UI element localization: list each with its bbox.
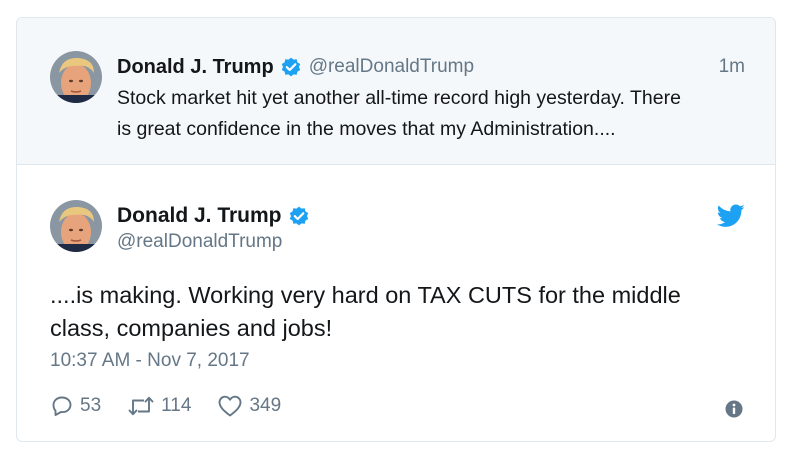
reply-icon xyxy=(50,394,74,418)
like-button[interactable]: 349 xyxy=(217,394,281,418)
verified-badge-icon xyxy=(289,206,309,226)
info-icon[interactable] xyxy=(725,400,743,418)
parent-author-name[interactable]: Donald J. Trump xyxy=(117,56,274,79)
tweet-text-line: ....is making. Working very hard on TAX … xyxy=(50,282,681,308)
tweet-text-line: class, companies and jobs! xyxy=(50,315,333,341)
author-handle[interactable]: @realDonaldTrump xyxy=(117,231,282,253)
twitter-bird-icon[interactable] xyxy=(716,204,745,228)
author-name[interactable]: Donald J. Trump xyxy=(117,204,282,228)
parent-tweet-time[interactable]: 1m xyxy=(719,56,745,78)
parent-tweet[interactable]: Donald J. Trump @realDonaldTrump 1m Stoc… xyxy=(17,18,775,165)
retweet-count: 114 xyxy=(161,395,192,416)
like-icon xyxy=(217,394,243,418)
parent-author-avatar[interactable] xyxy=(50,51,102,103)
parent-tweet-text: Stock market hit yet another all-time re… xyxy=(117,83,747,145)
retweet-button[interactable]: 114 xyxy=(127,394,191,418)
author-avatar[interactable] xyxy=(50,200,102,252)
tweet-timestamp[interactable]: 10:37 AM - Nov 7, 2017 xyxy=(50,350,250,372)
parent-tweet-header: Donald J. Trump @realDonaldTrump xyxy=(117,54,474,80)
verified-badge-icon xyxy=(281,57,301,77)
parent-tweet-text-line: is great confidence in the moves that my… xyxy=(117,118,616,140)
like-count: 349 xyxy=(249,395,282,416)
parent-tweet-text-line: Stock market hit yet another all-time re… xyxy=(117,87,681,109)
author-name-row: Donald J. Trump xyxy=(117,202,309,230)
reply-count: 53 xyxy=(80,395,102,416)
retweet-icon xyxy=(127,394,155,418)
parent-author-handle[interactable]: @realDonaldTrump xyxy=(309,56,474,78)
reply-button[interactable]: 53 xyxy=(50,394,101,418)
tweet-actions: 53 114 349 xyxy=(50,393,307,419)
embedded-tweet-card: Donald J. Trump @realDonaldTrump 1m Stoc… xyxy=(16,17,776,442)
tweet-text: ....is making. Working very hard on TAX … xyxy=(50,279,750,345)
